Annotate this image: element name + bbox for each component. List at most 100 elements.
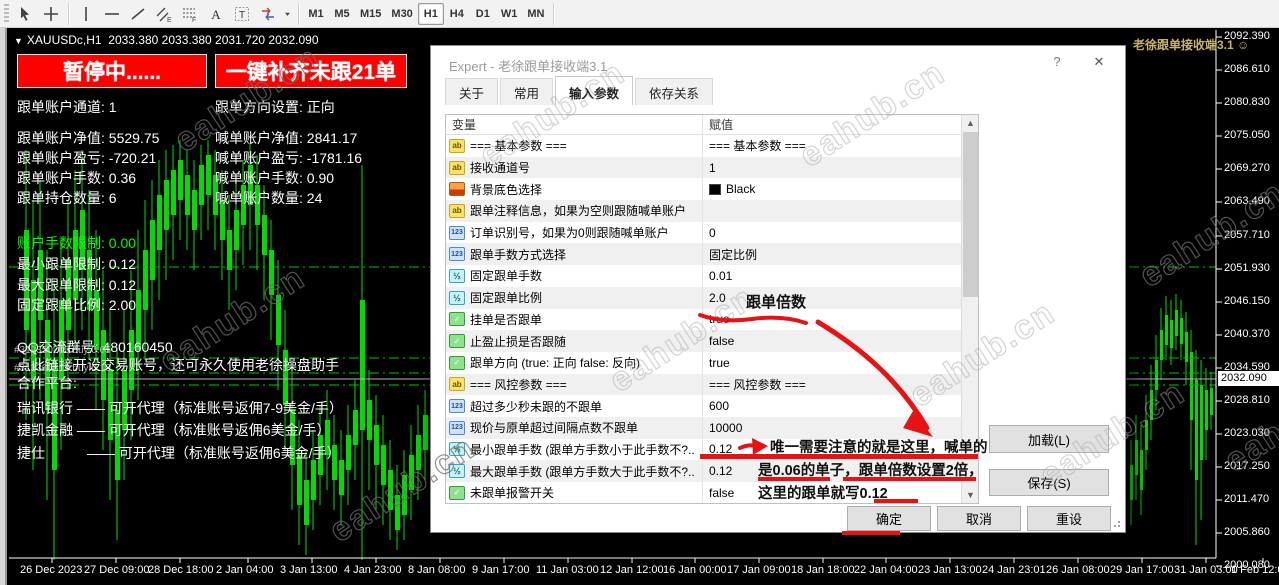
time-axis-label: 3 Jan 13:00 (280, 564, 338, 576)
column-header-variable[interactable]: 变量 (446, 116, 702, 133)
symbol-dropdown-icon[interactable]: ▼ (14, 36, 23, 46)
param-value[interactable]: 600 (709, 399, 729, 413)
price-axis-label: 2069.270 (1224, 162, 1270, 174)
table-row[interactable]: ½ 固定跟单比例 2.0 (446, 286, 963, 309)
param-value[interactable]: 10000 (709, 421, 742, 435)
price-axis-label: 2005.860 (1224, 526, 1270, 538)
price-axis-label: 2023.030 (1224, 427, 1270, 439)
table-row[interactable]: 123 超过多少秒未跟的不跟单 600 (446, 395, 963, 417)
bool-param-icon: ✓ (449, 485, 465, 500)
panel-line: 点此链接开设交易账号，还可永久使用老徐操盘助手 (17, 357, 339, 373)
fill-missed-orders-button[interactable]: 一键补齐未跟21单 (215, 54, 407, 88)
column-header-value[interactable]: 赋值 (702, 116, 978, 133)
panel-line: 喊单账户手数: 0.90 (215, 170, 335, 186)
time-axis-label: 29 Jan 17:00 (1110, 564, 1174, 576)
save-button[interactable]: 保存(S) (989, 469, 1109, 496)
tab-常用[interactable]: 常用 (500, 78, 554, 105)
string-param-icon: ab (449, 377, 465, 392)
scroll-up-icon[interactable]: ▲ (962, 115, 978, 131)
time-axis-label: 23 Jan 13:00 (918, 564, 982, 576)
panel-line: 跟单方向设置: 正向 (215, 99, 335, 115)
table-row[interactable]: 123 订单识别号，如果为0则跟随喊单账户 0 (446, 222, 963, 244)
panel-line: 账户手数限制: 0.00 (17, 235, 137, 251)
panel-line: 喊单账户盈亏: -1781.16 (215, 150, 363, 166)
price-axis-label: 2011.470 (1224, 493, 1270, 505)
help-icon[interactable]: ? (1047, 54, 1067, 69)
table-row[interactable]: ab === 风控参数 === === 风控参数 === (446, 373, 963, 396)
table-row[interactable]: ab === 基本参数 === === 基本参数 === (446, 135, 963, 157)
param-name: 超过多少秒未跟的不跟单 (470, 399, 603, 414)
param-value[interactable]: 0.12 (709, 442, 732, 456)
close-icon[interactable]: ✕ (1089, 54, 1109, 70)
param-name: 未跟单报警开关 (470, 486, 555, 501)
price-axis-label: 2046.150 (1224, 295, 1270, 307)
cancel-button[interactable]: 取消 (937, 506, 1021, 531)
scrollbar-thumb[interactable] (963, 132, 978, 297)
tab-依存关系[interactable]: 依存关系 (635, 78, 714, 105)
time-axis-label: 24 Jan 23:01 (982, 564, 1046, 576)
table-row[interactable]: ✓ 跟单方向 (true: 正向 false: 反向) true (446, 352, 963, 374)
scroll-down-icon[interactable]: ▼ (962, 487, 978, 503)
param-value[interactable]: === 风控参数 === (709, 376, 806, 393)
panel-line: 喊单账户净值: 2841.17 (215, 130, 358, 146)
table-row[interactable]: ✓ 挂单是否跟单 true (446, 309, 963, 331)
chart-symbol: XAUUSDc,H1 (26, 33, 102, 47)
panel-line: QQ交流群号: 480160450 (17, 339, 173, 355)
time-axis-label: 18 Jan 18:00 (791, 564, 855, 576)
time-axis-label: 22 Jan 04:00 (854, 564, 918, 576)
price-axis-label: 2017.250 (1224, 460, 1270, 472)
param-name: 挂单是否跟单 (470, 312, 543, 327)
panel-line: 合作平台: (17, 375, 77, 391)
panel-line: 喊单账户数量: 24 (215, 190, 323, 206)
param-value[interactable]: true (709, 312, 730, 326)
dialog-tabs: 关于 常用 输入参数 依存关系 (445, 76, 715, 105)
tab-关于[interactable]: 关于 (445, 78, 499, 105)
annotation-multiplier-label: 跟单倍数 (746, 294, 807, 311)
table-row[interactable]: ab 跟单注释信息，如果为空则跟随喊单账户 (446, 200, 963, 222)
param-value[interactable]: 1 (709, 161, 716, 175)
integer-param-icon: 123 (449, 399, 465, 414)
ok-button[interactable]: 确定 (847, 506, 931, 531)
tab-输入参数[interactable]: 输入参数 (555, 76, 634, 105)
param-name: 固定跟单比例 (470, 291, 543, 306)
pause-button[interactable]: 暂停中...... (17, 54, 207, 88)
param-value[interactable]: Black (726, 182, 755, 196)
param-name: 固定跟单手数 (470, 269, 543, 284)
table-row[interactable]: ½ 固定跟单手数 0.01 (446, 265, 963, 287)
param-name: 跟单注释信息，如果为空则跟随喊单账户 (470, 204, 687, 219)
price-axis-label: 2040.370 (1224, 328, 1270, 340)
load-button[interactable]: 加载(L) (989, 425, 1109, 453)
double-param-icon: ½ (449, 442, 465, 457)
current-price-marker: 2032.090 (1218, 371, 1279, 386)
time-axis-label: 28 Dec 18:00 (148, 564, 214, 576)
price-axis-label: 2086.610 (1224, 63, 1270, 75)
param-value[interactable]: false (709, 486, 734, 500)
param-value[interactable]: 0.01 (709, 269, 732, 283)
table-row[interactable]: 背景底色选择 Black (446, 178, 963, 200)
chart-ohlc: 2033.380 2033.380 2031.720 2032.090 (108, 33, 319, 47)
table-row[interactable]: 123 跟单手数方式选择 固定比例 (446, 243, 963, 266)
reset-button[interactable]: 重设 (1027, 506, 1111, 531)
string-param-icon: ab (449, 138, 465, 153)
param-value[interactable]: === 基本参数 === (709, 137, 806, 154)
price-axis-label: 2080.830 (1224, 96, 1270, 108)
resize-grip[interactable] (1112, 519, 1122, 529)
param-name: 背景底色选择 (470, 182, 543, 197)
param-value[interactable]: false (709, 334, 734, 348)
table-header: 变量 赋值 (446, 115, 978, 135)
panel-line: 跟单持仓数量: 6 (17, 190, 117, 206)
time-axis-label: 2 Jan 04:00 (216, 564, 274, 576)
param-name: === 基本参数 === (470, 139, 567, 154)
param-value[interactable]: 0 (709, 226, 716, 240)
param-value[interactable]: 0.12 (709, 464, 732, 478)
table-row[interactable]: ✓ 止盈止损是否跟随 false (446, 330, 963, 352)
param-value[interactable]: true (709, 356, 730, 370)
param-value[interactable]: 固定比例 (709, 246, 757, 263)
table-row[interactable]: ab 接收通道号 1 (446, 156, 963, 179)
column-divider[interactable] (702, 115, 703, 503)
annotation-note-line2: 是0.06的单子，跟单倍数设置2倍， (758, 463, 983, 479)
bool-param-icon: ✓ (449, 355, 465, 370)
time-axis-label: 31 Jan 03:00 (1174, 564, 1238, 576)
string-param-icon: ab (449, 203, 465, 218)
param-value[interactable]: 2.0 (709, 291, 726, 305)
